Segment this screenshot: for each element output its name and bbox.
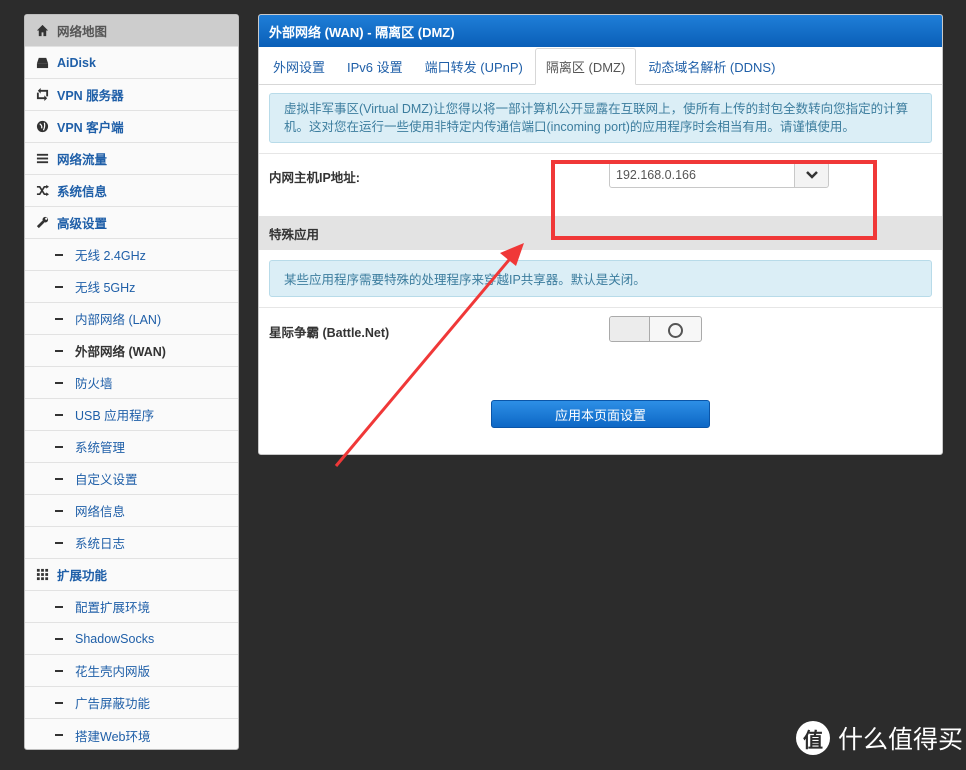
watermark: 值 什么值得买 [796, 720, 963, 756]
watermark-logo: 值 [796, 721, 830, 755]
watermark-text: 什么值得买 [838, 726, 964, 754]
annotation-arrow [334, 243, 524, 467]
